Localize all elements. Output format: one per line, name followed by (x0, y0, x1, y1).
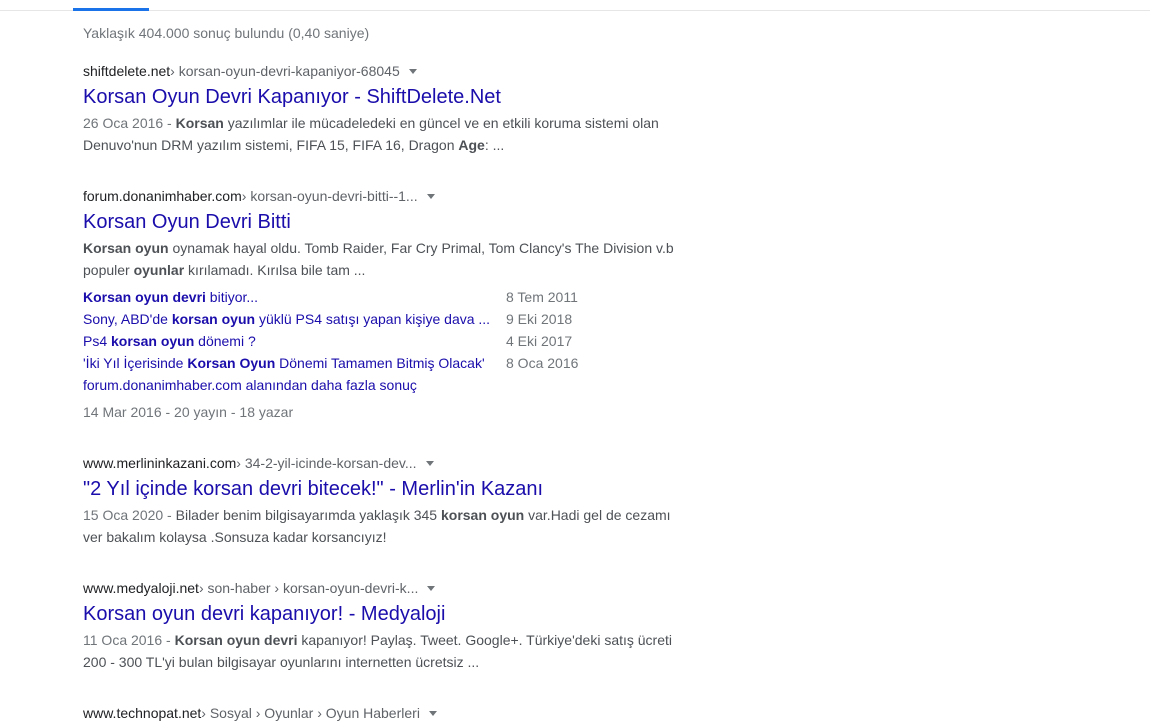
sitelink[interactable]: Korsan oyun devri bitiyor... (83, 286, 506, 308)
search-result: www.medyaloji.net › son-haber › korsan-o… (83, 578, 683, 673)
result-path: › korsan-oyun-devri-bitti--1... (241, 188, 418, 204)
result-stats: Yaklaşık 404.000 sonuç bulundu (0,40 san… (83, 25, 370, 41)
highlighted-term: korsan oyun (171, 311, 256, 327)
result-url[interactable]: www.merlininkazani.com › 34-2-yil-icinde… (83, 453, 683, 473)
result-path: › Sosyal › Oyunlar › Oyun Haberleri (201, 705, 420, 721)
highlighted-term: Korsan Oyun (187, 355, 276, 371)
result-url[interactable]: shiftdelete.net › korsan-oyun-devri-kapa… (83, 61, 683, 81)
search-result: shiftdelete.net › korsan-oyun-devri-kapa… (83, 61, 683, 156)
sitelink-date: 9 Eki 2018 (506, 311, 573, 327)
result-title-link[interactable]: "2 Yıl içinde korsan devri bitecek!" - M… (83, 476, 683, 502)
highlighted-term: Korsan (175, 115, 224, 131)
more-results-link[interactable]: forum.donanimhaber.com alanından daha fa… (83, 374, 417, 396)
sitelink-date: 4 Eki 2017 (506, 333, 573, 349)
chevron-down-icon[interactable] (427, 586, 436, 591)
sitelink-row: Sony, ABD'de korsan oyun yüklü PS4 satış… (83, 308, 683, 330)
sitelink-row: Korsan oyun devri bitiyor... 8 Tem 2011 (83, 286, 683, 308)
tab-bar-divider (0, 10, 1150, 11)
snippet-text: : ... (484, 137, 505, 153)
highlighted-term: korsan oyun (111, 333, 195, 349)
result-url[interactable]: www.medyaloji.net › son-haber › korsan-o… (83, 578, 683, 598)
result-path: › korsan-oyun-devri-kapaniyor-68045 (170, 63, 400, 79)
search-result: forum.donanimhaber.com › korsan-oyun-dev… (83, 186, 683, 422)
highlighted-term: Age (458, 137, 485, 153)
highlighted-term: Korsan oyun devri (174, 632, 298, 648)
result-title-link[interactable]: Korsan Oyun Devri Kapanıyor - ShiftDelet… (83, 84, 683, 110)
result-domain: www.medyaloji.net (83, 580, 199, 596)
result-title-link[interactable]: Korsan oyun devri kapanıyor! - Medyaloji (83, 601, 683, 627)
snippet-text: kırılamadı. Kırılsa bile tam ... (184, 262, 366, 278)
result-title-link[interactable]: Korsan Oyun Devri Bitti (83, 209, 683, 235)
sitelink-date: 8 Tem 2011 (506, 289, 578, 305)
highlighted-term: korsan oyun (440, 507, 525, 523)
thread-meta: 14 Mar 2016 - 20 yayın - 18 yazar (83, 404, 294, 420)
sitelinks: Korsan oyun devri bitiyor... 8 Tem 2011 … (83, 286, 683, 396)
snippet-text: Dönemi Tamamen Bitmiş Olacak' (275, 355, 485, 371)
chevron-down-icon[interactable] (408, 69, 417, 74)
sitelink[interactable]: Sony, ABD'de korsan oyun yüklü PS4 satış… (83, 308, 506, 330)
result-date: 15 Oca 2020 - (83, 507, 176, 523)
snippet-text: Ps4 (83, 333, 112, 349)
result-snippet: 26 Oca 2016 - Korsan yazılımlar ile müca… (83, 112, 683, 156)
chevron-down-icon[interactable] (426, 194, 435, 199)
sitelink[interactable]: Ps4 korsan oyun dönemi ? (83, 330, 506, 352)
snippet-text: Sony, ABD'de (83, 311, 172, 327)
result-domain: shiftdelete.net (83, 63, 171, 79)
snippet-text: bitiyor... (205, 289, 259, 305)
result-path: › son-haber › korsan-oyun-devri-k... (198, 580, 419, 596)
sitelink-row: 'İki Yıl İçerisinde Korsan Oyun Dönemi T… (83, 352, 683, 374)
result-snippet: 11 Oca 2016 - Korsan oyun devri kapanıyo… (83, 629, 683, 673)
result-path: › 34-2-yil-icinde-korsan-dev... (236, 455, 417, 471)
sitelink-row: Ps4 korsan oyun dönemi ? 4 Eki 2017 (83, 330, 683, 352)
chevron-down-icon[interactable] (428, 711, 437, 716)
active-tab-indicator (73, 8, 149, 11)
chevron-down-icon[interactable] (425, 461, 434, 466)
sitelink-row: forum.donanimhaber.com alanından daha fa… (83, 374, 683, 396)
snippet-text: Bilader benim bilgisayarımda yaklaşık 34… (175, 507, 441, 523)
result-snippet: 15 Oca 2020 - Bilader benim bilgisayarım… (83, 504, 683, 548)
highlighted-term: Korsan oyun (83, 240, 169, 256)
highlighted-term: Korsan oyun devri (83, 289, 206, 305)
search-result: www.merlininkazani.com › 34-2-yil-icinde… (83, 453, 683, 548)
sitelink[interactable]: 'İki Yıl İçerisinde Korsan Oyun Dönemi T… (83, 352, 506, 374)
sitelink-date: 8 Oca 2016 (506, 355, 579, 371)
result-date: 26 Oca 2016 - (83, 115, 176, 131)
snippet-text: 'İki Yıl İçerisinde (83, 355, 188, 371)
snippet-text: dönemi ? (194, 333, 256, 349)
result-snippet: Korsan oyun oynamak hayal oldu. Tomb Rai… (83, 237, 683, 281)
result-date: 11 Oca 2016 - (83, 632, 175, 648)
result-domain: forum.donanimhaber.com (83, 188, 242, 204)
result-url[interactable]: www.technopat.net › Sosyal › Oyunlar › O… (83, 703, 683, 723)
result-url[interactable]: forum.donanimhaber.com › korsan-oyun-dev… (83, 186, 683, 206)
result-domain: www.merlininkazani.com (83, 455, 237, 471)
search-result: www.technopat.net › Sosyal › Oyunlar › O… (83, 703, 683, 723)
snippet-text: yüklü PS4 satışı yapan kişiye dava ... (255, 311, 491, 327)
result-domain: www.technopat.net (83, 705, 202, 721)
highlighted-term: oyunlar (133, 262, 185, 278)
